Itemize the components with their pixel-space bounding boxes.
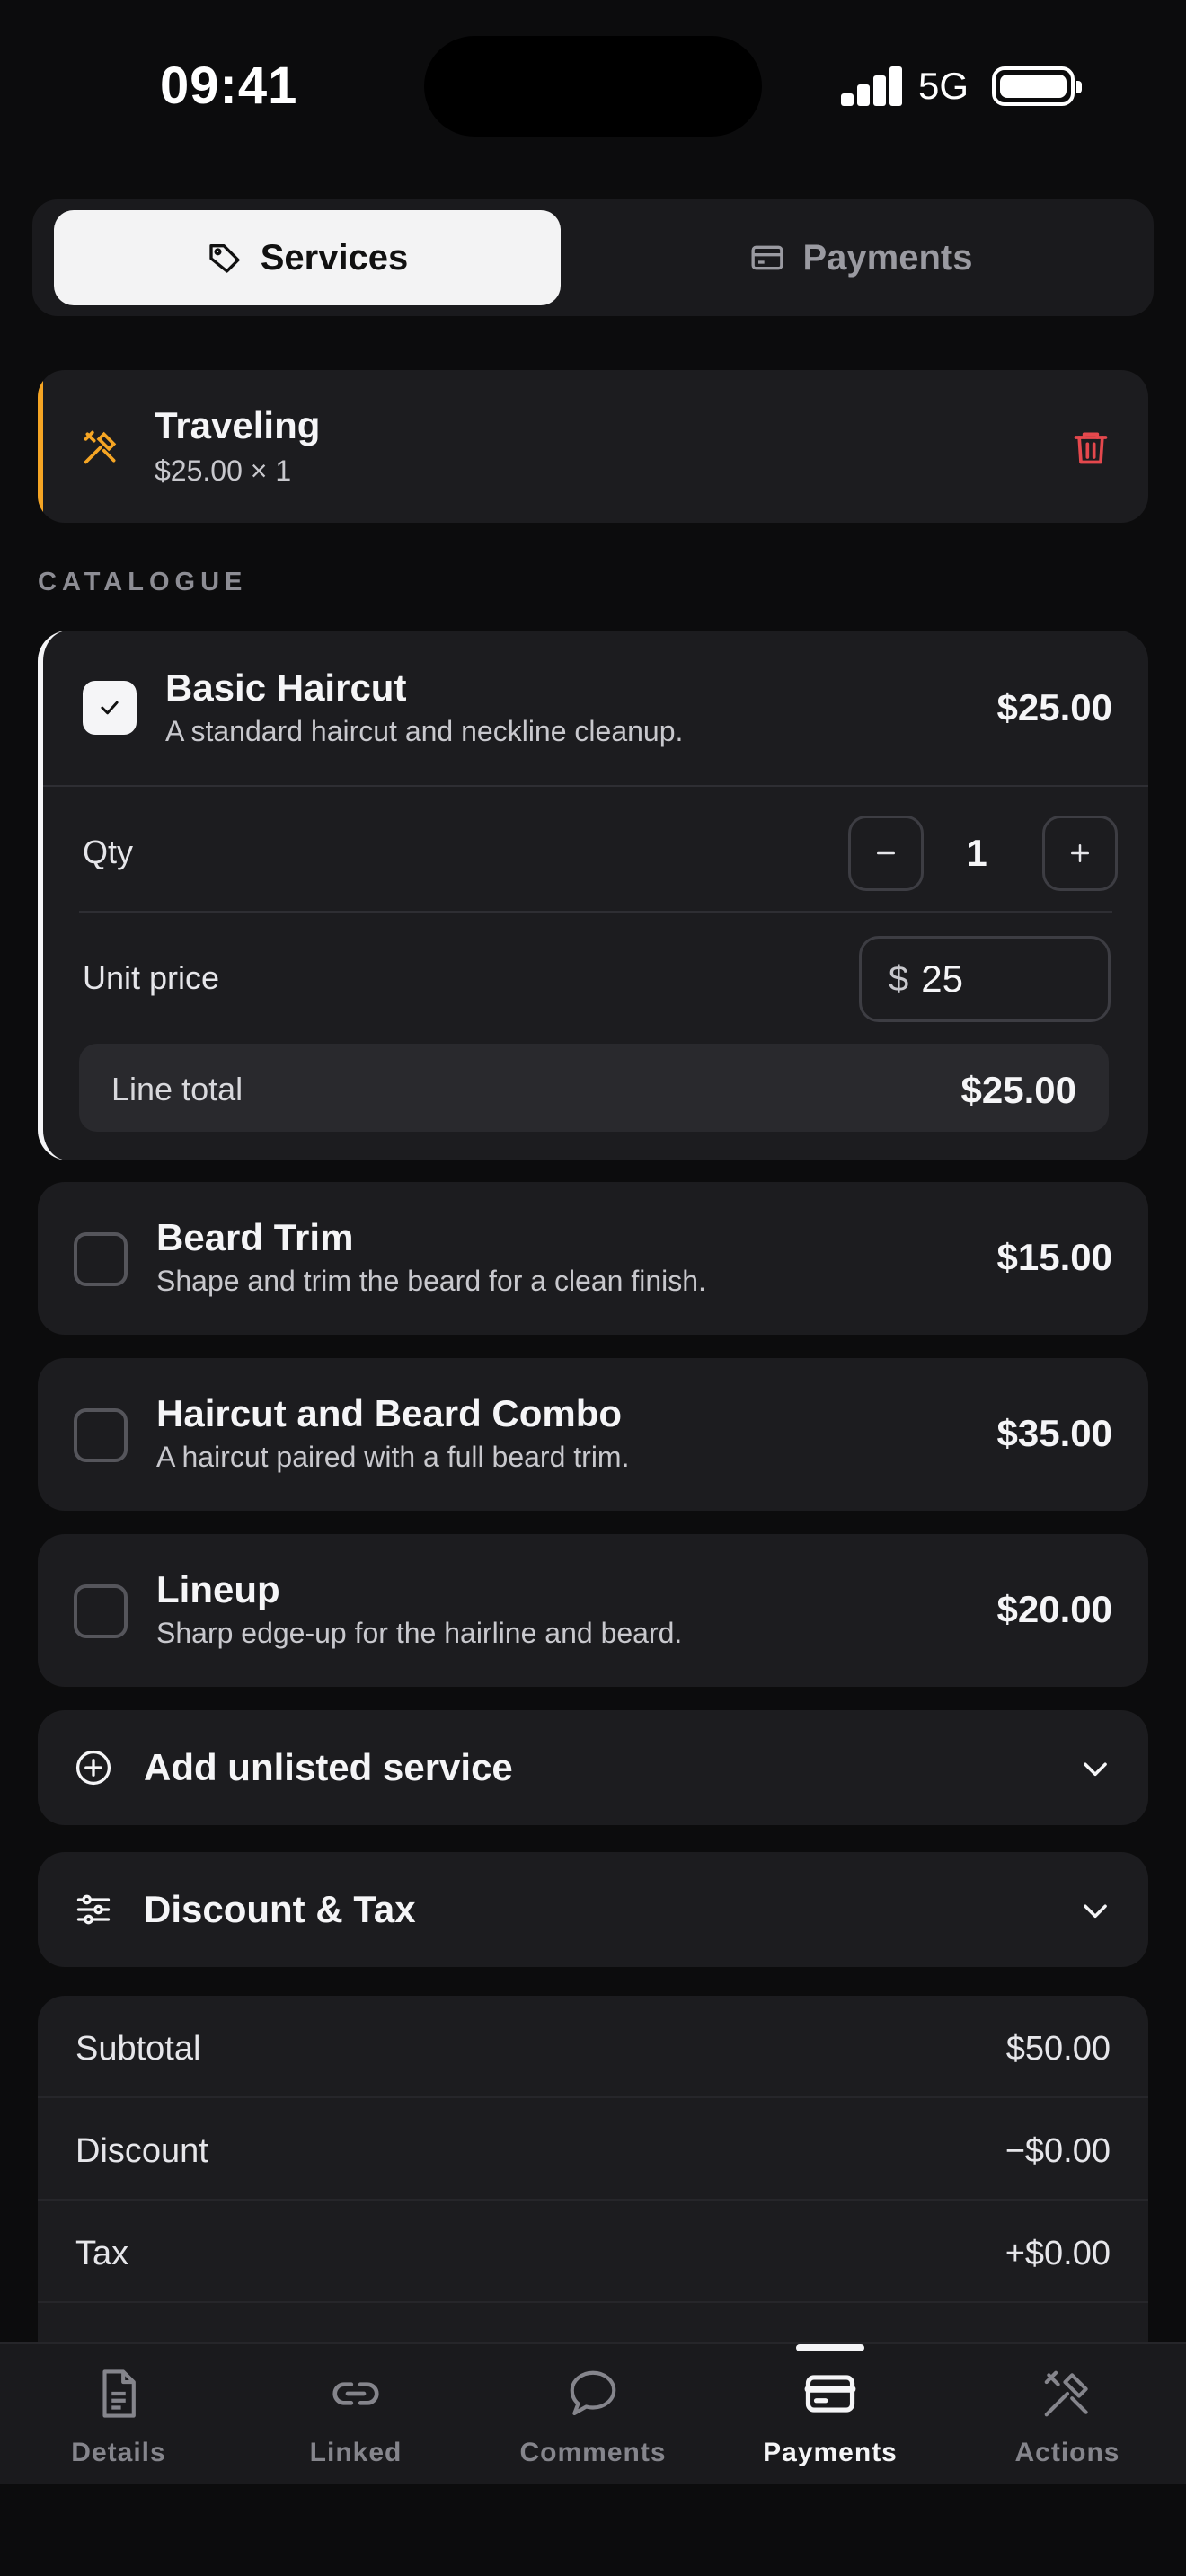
card-icon (751, 245, 783, 270)
service-description: A haircut paired with a full beard trim. (156, 1441, 630, 1473)
service-card[interactable]: Beard Trim Shape and trim the beard for … (38, 1182, 1148, 1335)
summary-row-subtotal: Subtotal $50.00 (38, 1996, 1148, 2098)
service-checkbox[interactable] (83, 681, 137, 735)
sliders-icon (76, 1894, 111, 1925)
service-card[interactable]: Haircut and Beard Combo A haircut paired… (38, 1358, 1148, 1511)
nav-label: Payments (763, 2438, 898, 2467)
network-label: 5G (918, 65, 969, 107)
service-checkbox[interactable] (74, 1584, 128, 1638)
bottom-tab-bar: Details Linked Comments Payments Actions (0, 2342, 1186, 2484)
service-card-expanded: Basic Haircut A standard haircut and nec… (38, 631, 1148, 1160)
qty-increment-button[interactable] (1042, 816, 1118, 891)
link-icon (332, 2382, 379, 2405)
service-checkbox[interactable] (74, 1232, 128, 1286)
line-total: Line total $25.00 (79, 1044, 1109, 1132)
summary-value: $50.00 (1005, 2030, 1111, 2068)
nav-payments[interactable]: Payments (712, 2344, 949, 2486)
status-time: 09:41 (160, 57, 298, 115)
divider (43, 785, 1148, 787)
service-price: $15.00 (996, 1236, 1112, 1278)
signal-icon (841, 66, 902, 106)
nav-actions[interactable]: Actions (949, 2344, 1186, 2486)
catalogue-heading: CATALOGUE (38, 568, 248, 596)
currency-symbol: $ (889, 958, 909, 999)
summary-label: Tax (75, 2235, 129, 2272)
active-tab-indicator (796, 2344, 864, 2351)
tools-icon (84, 430, 117, 464)
unit-price-input[interactable]: $ 25 (859, 936, 1111, 1022)
dynamic-island (424, 36, 762, 137)
tag-icon (209, 244, 240, 273)
service-price: $35.00 (996, 1412, 1112, 1454)
service-title: Beard Trim (156, 1216, 354, 1258)
line-total-label: Line total (111, 1071, 243, 1107)
service-card[interactable]: Lineup Sharp edge-up for the hairline an… (38, 1534, 1148, 1687)
summary-value: +$0.00 (1005, 2235, 1111, 2272)
add-unlisted-service-label: Add unlisted service (144, 1746, 513, 1788)
service-title: Lineup (156, 1568, 280, 1610)
nav-label: Actions (1014, 2438, 1120, 2467)
tools-icon (1044, 2370, 1088, 2417)
battery-icon (992, 66, 1082, 106)
service-title: Basic Haircut (165, 666, 407, 709)
discount-tax-toggle[interactable]: Discount & Tax (38, 1852, 1148, 1967)
tab-services[interactable]: Services (54, 210, 561, 305)
chevron-down-icon (1084, 1762, 1107, 1777)
service-checkbox[interactable] (74, 1408, 128, 1462)
service-description: Shape and trim the beard for a clean fin… (156, 1265, 706, 1297)
segmented-control: Services Payments (32, 199, 1154, 316)
check-icon (101, 701, 119, 715)
nav-label: Comments (519, 2438, 667, 2467)
selected-service-card: Traveling $25.00 × 1 (38, 370, 1148, 523)
qty-value: 1 (966, 832, 987, 874)
chat-bubble-icon (570, 2370, 616, 2416)
service-price: $25.00 (996, 686, 1112, 728)
qty-decrement-button[interactable] (848, 816, 924, 891)
nav-label: Details (71, 2438, 166, 2467)
unit-price-value: 25 (921, 957, 963, 1000)
service-price: $20.00 (996, 1588, 1112, 1630)
tab-payments[interactable]: Payments (589, 210, 1132, 305)
minus-icon (877, 851, 895, 855)
selected-service-title: Traveling (155, 404, 321, 446)
plus-icon (1071, 844, 1089, 862)
trash-icon[interactable] (1071, 426, 1111, 469)
divider (79, 911, 1112, 913)
status-bar: 09:41 5G (0, 0, 1186, 180)
nav-comments[interactable]: Comments (474, 2344, 712, 2486)
line-total-value: $25.00 (960, 1069, 1076, 1111)
summary-label: Subtotal (75, 2030, 201, 2068)
document-icon (102, 2369, 136, 2418)
summary-row-tax: Tax +$0.00 (38, 2201, 1148, 2303)
service-title: Haircut and Beard Combo (156, 1392, 623, 1434)
chevron-down-icon (1084, 1904, 1107, 1919)
summary-label: Discount (75, 2132, 208, 2170)
nav-label: Linked (309, 2438, 403, 2467)
accent-bar (38, 370, 43, 523)
unit-price-label: Unit price (83, 959, 220, 996)
discount-tax-label: Discount & Tax (144, 1888, 416, 1930)
nav-details[interactable]: Details (0, 2344, 237, 2486)
summary-value: −$0.00 (1005, 2132, 1111, 2170)
nav-linked[interactable]: Linked (237, 2344, 474, 2486)
service-description: A standard haircut and neckline cleanup. (165, 715, 684, 747)
service-description: Sharp edge-up for the hairline and beard… (156, 1617, 683, 1649)
tab-services-label: Services (260, 237, 409, 278)
home-indicator-area (0, 2484, 1186, 2576)
summary-row-discount: Discount −$0.00 (38, 2098, 1148, 2201)
tab-payments-label: Payments (802, 237, 973, 278)
card-icon (804, 2375, 856, 2413)
qty-label: Qty (83, 834, 134, 870)
totals-summary: Subtotal $50.00 Discount −$0.00 Tax +$0.… (38, 1996, 1148, 2373)
add-unlisted-service-toggle[interactable]: Add unlisted service (38, 1710, 1148, 1825)
selected-service-detail: $25.00 × 1 (155, 454, 292, 487)
plus-circle-icon (75, 1750, 111, 1786)
